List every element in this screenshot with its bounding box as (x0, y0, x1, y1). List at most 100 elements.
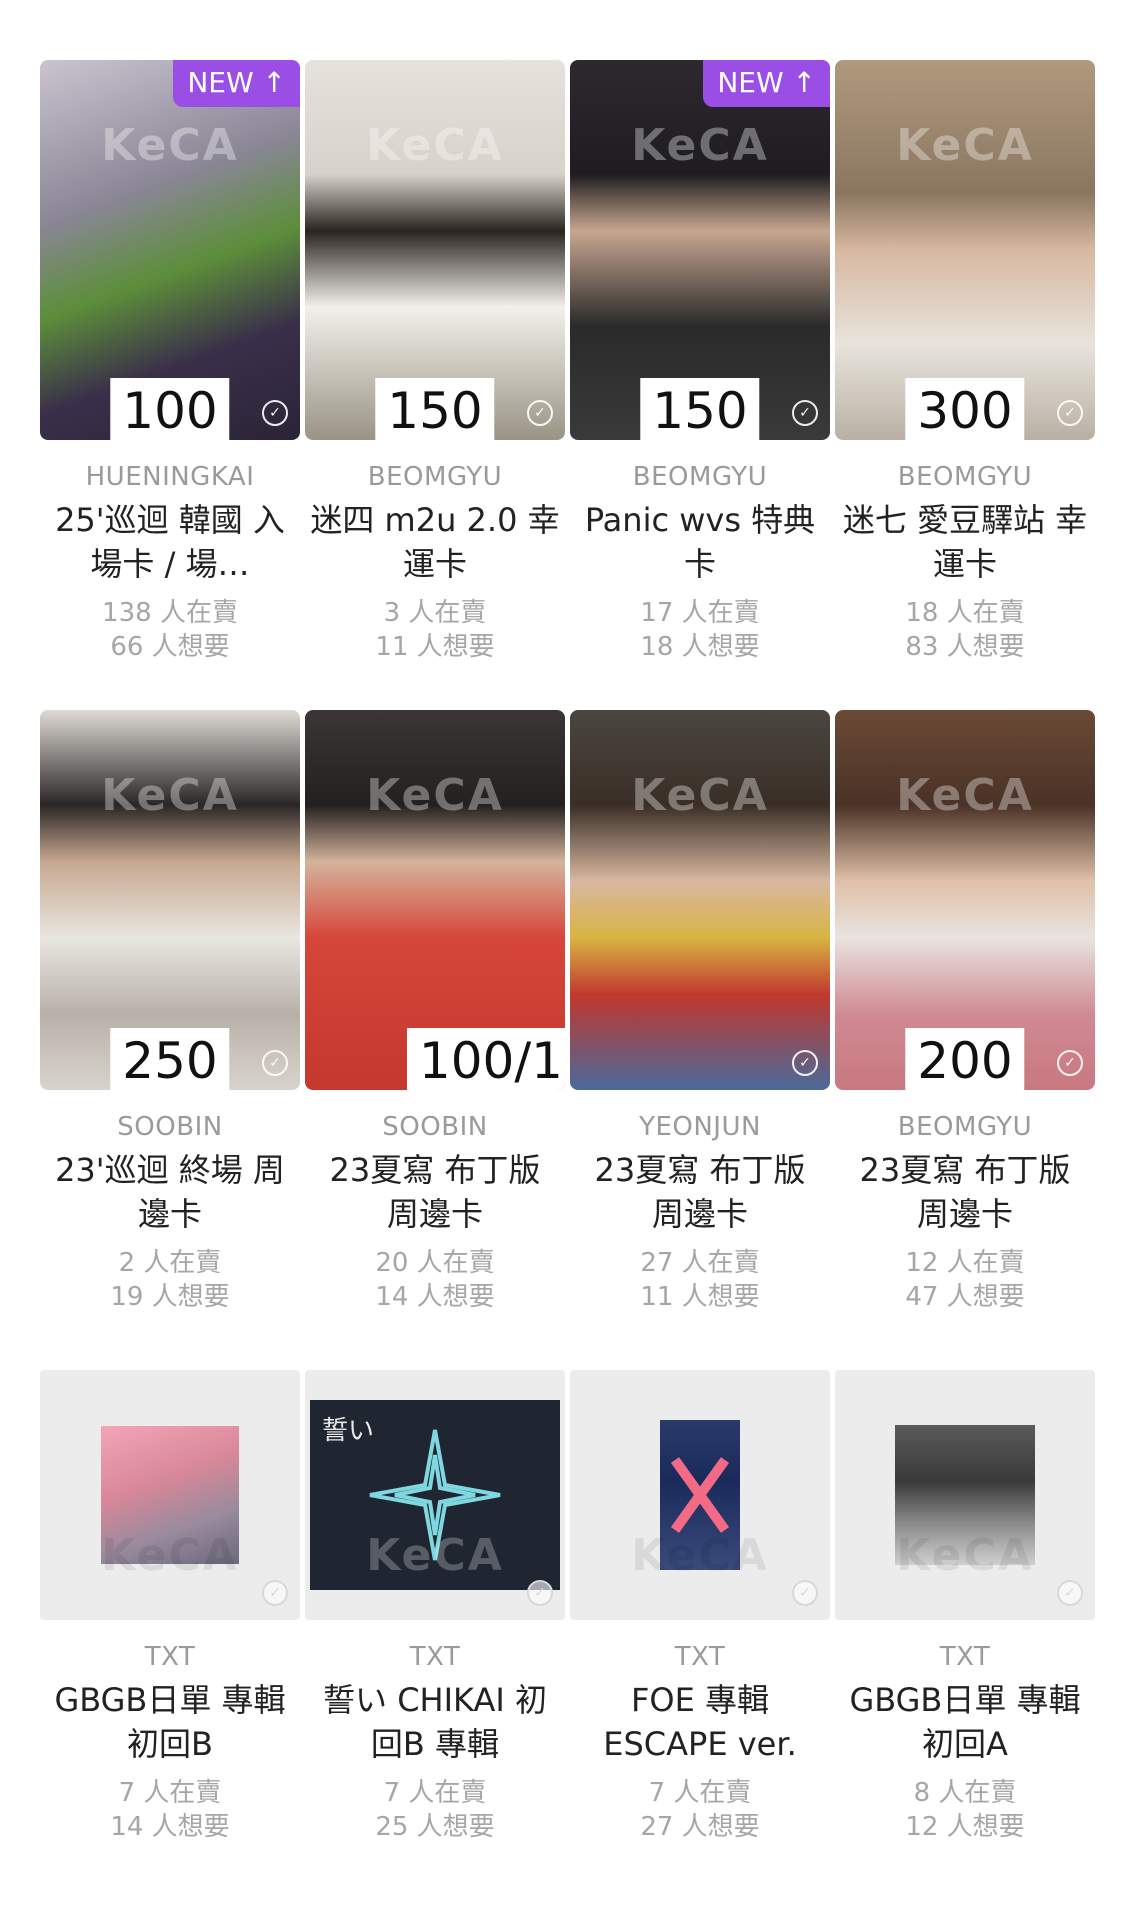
select-check-icon[interactable]: ✓ (792, 1580, 818, 1606)
select-check-icon[interactable]: ✓ (792, 1050, 818, 1076)
wanting-count: 47 人想要 (905, 1282, 1025, 1312)
card-photo[interactable]: 誓い KeCA ✓ (305, 1370, 565, 1620)
select-check-icon[interactable]: ✓ (262, 1580, 288, 1606)
selling-count: 20 人在賣 (375, 1248, 495, 1278)
selling-count: 7 人在賣 (118, 1778, 222, 1808)
card-title[interactable]: FOE 專輯 ESCAPE ver. (570, 1678, 830, 1766)
price-label: 100/1 (406, 1028, 565, 1090)
select-check-icon[interactable]: ✓ (1057, 400, 1083, 426)
card-photo[interactable]: KeCA 200 ✓ (835, 710, 1095, 1090)
album-title-text: 誓い (322, 1416, 375, 1446)
listing-card[interactable]: KeCA 250 ✓ SOOBIN 23'巡迴 終場 周邊卡 2 人在賣 19 … (40, 710, 300, 1314)
selling-count: 3 人在賣 (383, 598, 487, 628)
watermark-logo: KeCA (631, 1530, 769, 1581)
card-title[interactable]: 誓い CHIKAI 初回B 專輯 (305, 1678, 565, 1766)
artist-name: YEONJUN (639, 1112, 761, 1142)
select-check-icon[interactable]: ✓ (792, 400, 818, 426)
wanting-count: 27 人想要 (640, 1812, 760, 1842)
wanting-count: 19 人想要 (110, 1282, 230, 1312)
card-title[interactable]: 23夏寫 布丁版 周邊卡 (835, 1148, 1095, 1236)
artist-name: HUENINGKAI (85, 462, 255, 492)
listing-card[interactable]: KeCA 150 ✓ BEOMGYU 迷四 m2u 2.0 幸運卡 3 人在賣 … (305, 60, 565, 664)
artist-name: BEOMGYU (367, 462, 503, 492)
card-photo[interactable]: KeCA 300 ✓ (835, 60, 1095, 440)
select-check-icon[interactable]: ✓ (262, 400, 288, 426)
watermark-logo: KeCA (101, 1530, 239, 1581)
card-photo[interactable]: KeCA 100/1 (305, 710, 565, 1090)
watermark-logo: KeCA (631, 770, 769, 821)
card-title[interactable]: 25'巡迴 韓國 入場卡 / 場… (40, 498, 300, 586)
new-badge: NEW ↑ (703, 60, 830, 107)
wanting-count: 12 人想要 (905, 1812, 1025, 1842)
wanting-count: 25 人想要 (375, 1812, 495, 1842)
wanting-count: 14 人想要 (110, 1812, 230, 1842)
wanting-count: 11 人想要 (640, 1282, 760, 1312)
artist-name: BEOMGYU (897, 462, 1033, 492)
selling-count: 8 人在賣 (913, 1778, 1017, 1808)
new-badge: NEW ↑ (173, 60, 300, 107)
price-label: 300 (905, 378, 1025, 440)
watermark-logo: KeCA (101, 120, 239, 171)
artist-name: TXT (409, 1642, 461, 1672)
card-title[interactable]: 23夏寫 布丁版 周邊卡 (305, 1148, 565, 1236)
card-title[interactable]: Panic wvs 特典卡 (570, 498, 830, 586)
price-label: 250 (110, 1028, 230, 1090)
artist-name: BEOMGYU (632, 462, 768, 492)
selling-count: 18 人在賣 (905, 598, 1025, 628)
listing-card[interactable]: KeCA NEW ↑ 100 ✓ HUENINGKAI 25'巡迴 韓國 入場卡… (40, 60, 300, 664)
listing-card[interactable]: KeCA ✓ TXT FOE 專輯 ESCAPE ver. 7 人在賣 27 人… (570, 1370, 830, 1844)
watermark-logo: KeCA (366, 1530, 504, 1581)
card-photo[interactable]: KeCA NEW ↑ 150 ✓ (570, 60, 830, 440)
price-label: 200 (905, 1028, 1025, 1090)
select-check-icon[interactable]: ✓ (527, 400, 553, 426)
card-title[interactable]: 迷七 愛豆驛站 幸運卡 (835, 498, 1095, 586)
listing-card[interactable]: KeCA 300 ✓ BEOMGYU 迷七 愛豆驛站 幸運卡 18 人在賣 83… (835, 60, 1095, 664)
wanting-count: 11 人想要 (375, 632, 495, 662)
card-photo[interactable]: KeCA 150 ✓ (305, 60, 565, 440)
watermark-logo: KeCA (101, 770, 239, 821)
select-check-icon[interactable]: ✓ (1057, 1050, 1083, 1076)
watermark-logo: KeCA (366, 770, 504, 821)
card-title[interactable]: 23夏寫 布丁版 周邊卡 (570, 1148, 830, 1236)
listing-card[interactable]: 誓い KeCA ✓ TXT 誓い CHIKAI 初回B 專輯 7 人在賣 25 … (305, 1370, 565, 1844)
card-photo[interactable]: KeCA ✓ (570, 710, 830, 1090)
listing-card[interactable]: KeCA 200 ✓ BEOMGYU 23夏寫 布丁版 周邊卡 12 人在賣 4… (835, 710, 1095, 1314)
select-check-icon[interactable]: ✓ (262, 1050, 288, 1076)
watermark-logo: KeCA (896, 120, 1034, 171)
price-label: 150 (375, 378, 495, 440)
listing-card[interactable]: KeCA 100/1 SOOBIN 23夏寫 布丁版 周邊卡 20 人在賣 14… (305, 710, 565, 1314)
card-title[interactable]: GBGB日單 專輯 初回B (40, 1678, 300, 1766)
watermark-logo: KeCA (896, 1530, 1034, 1581)
card-photo[interactable]: KeCA ✓ (40, 1370, 300, 1620)
selling-count: 17 人在賣 (640, 598, 760, 628)
card-title[interactable]: GBGB日單 專輯 初回A (835, 1678, 1095, 1766)
artist-name: SOOBIN (382, 1112, 488, 1142)
selling-count: 12 人在賣 (905, 1248, 1025, 1278)
listing-grid: KeCA NEW ↑ 100 ✓ HUENINGKAI 25'巡迴 韓國 入場卡… (0, 0, 1135, 1919)
select-check-icon[interactable]: ✓ (527, 1580, 553, 1606)
card-photo[interactable]: KeCA ✓ (835, 1370, 1095, 1620)
wanting-count: 83 人想要 (905, 632, 1025, 662)
listing-card[interactable]: KeCA ✓ TXT GBGB日單 專輯 初回A 8 人在賣 12 人想要 (835, 1370, 1095, 1844)
card-photo[interactable]: KeCA 250 ✓ (40, 710, 300, 1090)
selling-count: 7 人在賣 (648, 1778, 752, 1808)
price-label: 100 (110, 378, 230, 440)
selling-count: 138 人在賣 (102, 598, 238, 628)
listing-card[interactable]: KeCA ✓ TXT GBGB日單 專輯 初回B 7 人在賣 14 人想要 (40, 1370, 300, 1844)
artist-name: TXT (144, 1642, 196, 1672)
wanting-count: 14 人想要 (375, 1282, 495, 1312)
listing-card[interactable]: KeCA ✓ YEONJUN 23夏寫 布丁版 周邊卡 27 人在賣 11 人想… (570, 710, 830, 1314)
card-title[interactable]: 迷四 m2u 2.0 幸運卡 (305, 498, 565, 586)
artist-name: TXT (939, 1642, 991, 1672)
listing-card[interactable]: KeCA NEW ↑ 150 ✓ BEOMGYU Panic wvs 特典卡 1… (570, 60, 830, 664)
wanting-count: 18 人想要 (640, 632, 760, 662)
card-photo[interactable]: KeCA ✓ (570, 1370, 830, 1620)
select-check-icon[interactable]: ✓ (1057, 1580, 1083, 1606)
wanting-count: 66 人想要 (110, 632, 230, 662)
selling-count: 27 人在賣 (640, 1248, 760, 1278)
price-label: 150 (640, 378, 760, 440)
card-photo[interactable]: KeCA NEW ↑ 100 ✓ (40, 60, 300, 440)
artist-name: SOOBIN (117, 1112, 223, 1142)
watermark-logo: KeCA (366, 120, 504, 171)
card-title[interactable]: 23'巡迴 終場 周邊卡 (40, 1148, 300, 1236)
